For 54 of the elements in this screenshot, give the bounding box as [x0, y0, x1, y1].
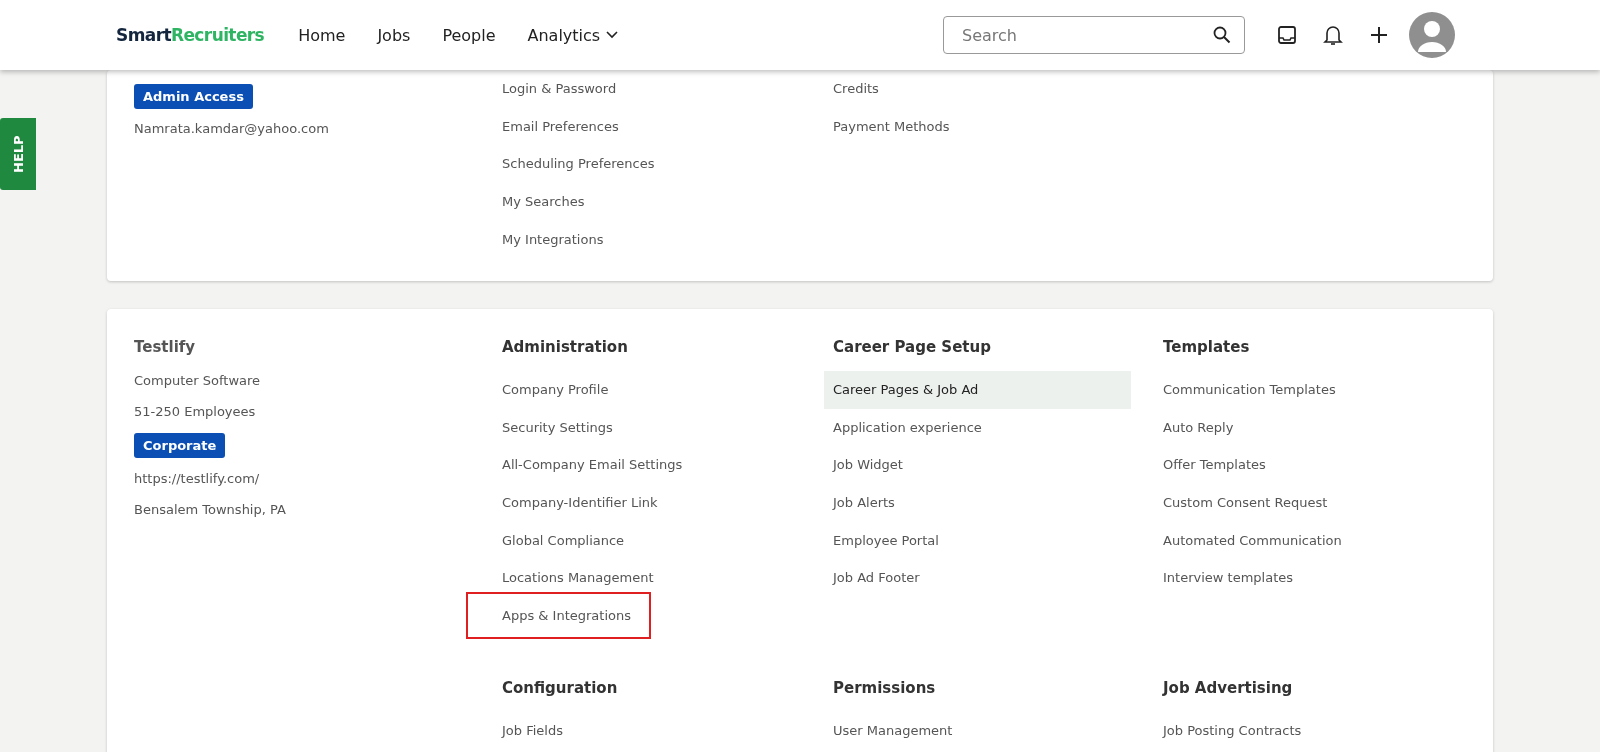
company-detail: 51-250 Employees [134, 402, 256, 421]
section-heading: Configuration [502, 678, 618, 700]
settings-link[interactable]: Credits [824, 70, 1131, 108]
section-heading: Permissions [833, 678, 936, 700]
company-name: Testlify [134, 336, 196, 358]
section-heading: Administration [502, 336, 628, 358]
settings-link[interactable]: My Integrations [493, 220, 800, 258]
search-field[interactable]: Search [943, 16, 1245, 54]
chevron-down-icon [606, 31, 619, 39]
logo[interactable]: SmartRecruiters [116, 25, 265, 45]
settings-link[interactable]: My Searches [493, 182, 800, 221]
settings-link[interactable]: Application experience [824, 408, 1131, 447]
company-detail: Computer Software [134, 371, 261, 390]
email-text: Namrata.kamdar@yahoo.com [134, 120, 329, 138]
settings-link[interactable]: Scheduling Preferences [493, 145, 800, 183]
section-heading: Career Page Setup [833, 336, 991, 358]
settings-link[interactable]: Global Compliance [493, 521, 800, 559]
settings-link[interactable]: Auto Reply [1154, 408, 1461, 447]
settings-link[interactable]: All-Company Email Settings [493, 446, 800, 484]
settings-link[interactable]: Security Settings [493, 408, 800, 447]
section-heading: Templates [1163, 336, 1250, 358]
search-icon [1213, 26, 1231, 44]
settings-link[interactable]: Company-Identifier Link [493, 483, 800, 522]
company-detail: Bensalem Township, PA [134, 500, 286, 519]
settings-link[interactable]: Employee Portal [824, 521, 1131, 559]
settings-link[interactable]: Login & Password [493, 70, 800, 108]
nav-link[interactable]: Jobs [377, 25, 411, 45]
settings-link[interactable]: Payment Methods [824, 107, 1131, 146]
settings-link[interactable]: Job Alerts [824, 483, 1131, 522]
nav-link[interactable]: Home [298, 25, 346, 45]
nav-link[interactable]: People [442, 25, 496, 45]
bell-icon[interactable] [1321, 23, 1345, 47]
settings-link[interactable]: Job Ad Footer [824, 558, 1131, 597]
settings-link[interactable]: Custom Consent Request [1154, 483, 1461, 522]
section-heading: Job Advertising [1163, 678, 1293, 700]
avatar[interactable] [1409, 12, 1455, 58]
settings-link[interactable]: Job Fields [493, 712, 800, 750]
settings-link[interactable]: Communication Templates [1154, 370, 1461, 409]
settings-link[interactable]: User Management [824, 712, 1131, 750]
help-tab[interactable]: HELP [0, 118, 36, 190]
settings-link[interactable]: Email Preferences [493, 107, 800, 146]
settings-link[interactable]: Job Widget [824, 446, 1131, 484]
company-detail: https://testlify.com/ [134, 469, 260, 488]
settings-link[interactable]: Offer Templates [1154, 446, 1461, 484]
nav-link[interactable]: Analytics [527, 25, 619, 45]
inbox-icon[interactable] [1275, 23, 1299, 47]
plan-badge: Corporate [134, 432, 226, 458]
settings-link[interactable]: Automated Communication [1154, 521, 1461, 559]
settings-link[interactable]: Career Pages & Job Ad [824, 370, 1131, 409]
role-badge: Admin Access [134, 84, 253, 109]
settings-link[interactable]: Apps & Integrations [466, 591, 651, 639]
settings-link[interactable]: Job Posting Contracts [1154, 712, 1461, 750]
settings-link[interactable]: Interview templates [1154, 558, 1461, 597]
settings-link[interactable]: Company Profile [493, 370, 800, 409]
